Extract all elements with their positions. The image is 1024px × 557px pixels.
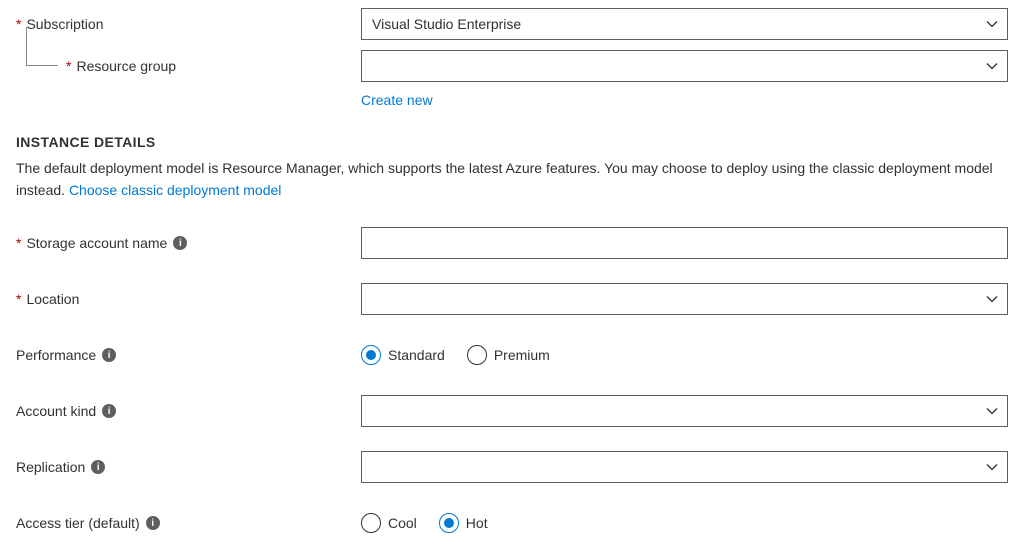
chevron-down-icon <box>985 460 999 474</box>
radio-icon <box>361 345 381 365</box>
info-icon[interactable]: i <box>102 348 116 362</box>
replication-select[interactable] <box>361 451 1008 483</box>
performance-row: Performance i Standard Premium <box>16 339 1008 371</box>
access-tier-radio-group: Cool Hot <box>361 513 488 533</box>
required-asterisk: * <box>16 16 21 32</box>
radio-icon <box>439 513 459 533</box>
info-icon[interactable]: i <box>173 236 187 250</box>
instance-details-desc: The default deployment model is Resource… <box>16 158 1006 201</box>
performance-label-col: Performance i <box>16 347 361 363</box>
performance-standard-option[interactable]: Standard <box>361 345 445 365</box>
account-kind-row: Account kind i <box>16 395 1008 427</box>
access-tier-label: Access tier (default) <box>16 515 140 531</box>
replication-label: Replication <box>16 459 85 475</box>
info-icon[interactable]: i <box>91 460 105 474</box>
access-tier-cool-label: Cool <box>388 515 417 531</box>
subscription-input-col: Visual Studio Enterprise <box>361 8 1008 40</box>
location-input-col <box>361 283 1008 315</box>
resource-group-input-col <box>361 50 1008 82</box>
chevron-down-icon <box>985 292 999 306</box>
performance-premium-option[interactable]: Premium <box>467 345 550 365</box>
storage-account-row: * Storage account name i <box>16 227 1008 259</box>
access-tier-row: Access tier (default) i Cool Hot <box>16 507 1008 539</box>
access-tier-hot-label: Hot <box>466 515 488 531</box>
subscription-label-col: * Subscription <box>16 16 361 32</box>
replication-input-col <box>361 451 1008 483</box>
access-tier-label-col: Access tier (default) i <box>16 515 361 531</box>
required-asterisk: * <box>16 235 21 251</box>
subscription-row: * Subscription Visual Studio Enterprise <box>16 8 1008 40</box>
location-label-col: * Location <box>16 291 361 307</box>
location-select[interactable] <box>361 283 1008 315</box>
create-new-row: Create new <box>16 92 1008 108</box>
location-label: Location <box>26 291 79 307</box>
tree-connector-icon <box>16 53 66 79</box>
info-icon[interactable]: i <box>146 516 160 530</box>
info-icon[interactable]: i <box>102 404 116 418</box>
resource-group-label-col: * Resource group <box>16 53 361 79</box>
storage-account-label: Storage account name <box>26 235 167 251</box>
instance-details-header: INSTANCE DETAILS <box>16 134 1008 150</box>
performance-standard-label: Standard <box>388 347 445 363</box>
performance-radio-group: Standard Premium <box>361 345 550 365</box>
chevron-down-icon <box>985 17 999 31</box>
performance-premium-label: Premium <box>494 347 550 363</box>
account-kind-select[interactable] <box>361 395 1008 427</box>
resource-group-label: Resource group <box>76 58 176 74</box>
replication-label-col: Replication i <box>16 459 361 475</box>
classic-deploy-link[interactable]: Choose classic deployment model <box>69 182 281 198</box>
access-tier-input-col: Cool Hot <box>361 513 1008 533</box>
chevron-down-icon <box>985 59 999 73</box>
storage-account-input-col <box>361 227 1008 259</box>
performance-input-col: Standard Premium <box>361 345 1008 365</box>
required-asterisk: * <box>66 58 71 74</box>
storage-account-input[interactable] <box>361 227 1008 259</box>
storage-account-label-col: * Storage account name i <box>16 235 361 251</box>
location-row: * Location <box>16 283 1008 315</box>
account-kind-label-col: Account kind i <box>16 403 361 419</box>
radio-icon <box>361 513 381 533</box>
access-tier-cool-option[interactable]: Cool <box>361 513 417 533</box>
subscription-value: Visual Studio Enterprise <box>372 16 521 32</box>
replication-row: Replication i <box>16 451 1008 483</box>
radio-icon <box>467 345 487 365</box>
account-kind-label: Account kind <box>16 403 96 419</box>
resource-group-row: * Resource group <box>16 50 1008 82</box>
subscription-select[interactable]: Visual Studio Enterprise <box>361 8 1008 40</box>
create-new-link[interactable]: Create new <box>361 92 433 108</box>
access-tier-hot-option[interactable]: Hot <box>439 513 488 533</box>
chevron-down-icon <box>985 404 999 418</box>
resource-group-select[interactable] <box>361 50 1008 82</box>
account-kind-input-col <box>361 395 1008 427</box>
required-asterisk: * <box>16 291 21 307</box>
subscription-label: Subscription <box>26 16 103 32</box>
performance-label: Performance <box>16 347 96 363</box>
